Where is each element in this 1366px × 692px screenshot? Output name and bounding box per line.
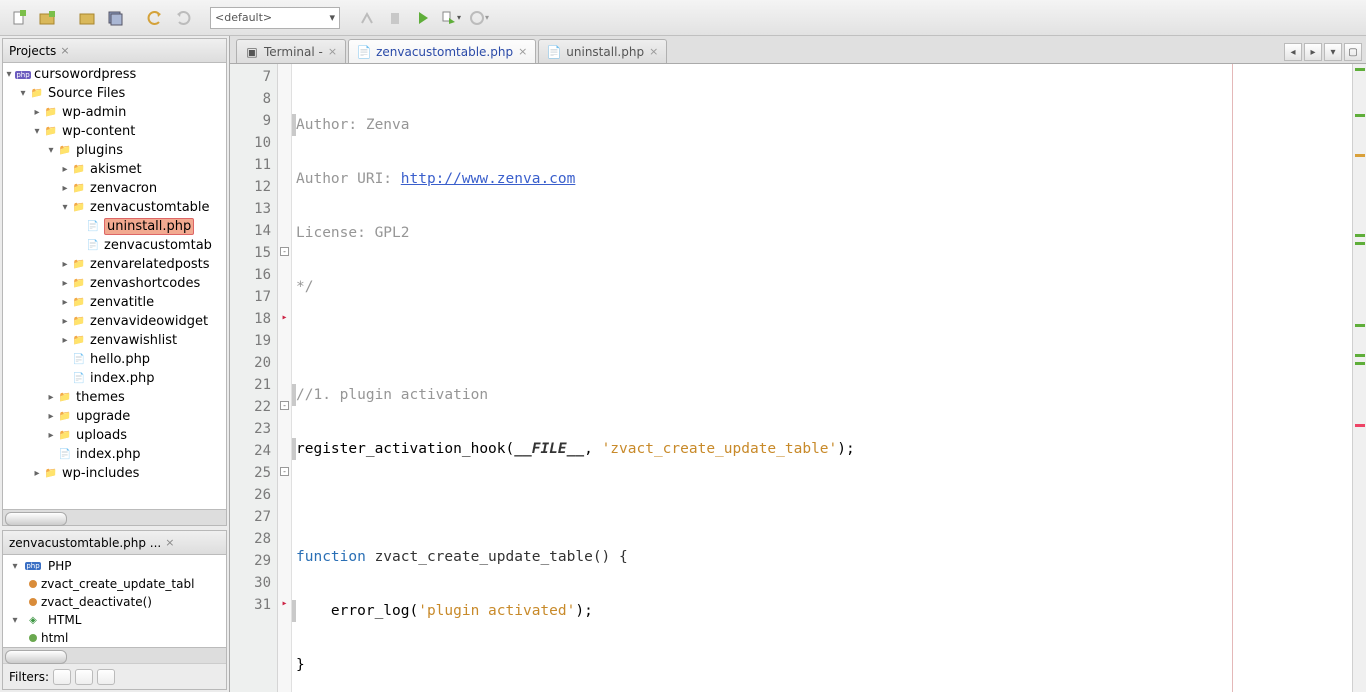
element-icon (29, 634, 37, 642)
fold-toggle-icon[interactable]: - (280, 401, 289, 410)
project-tree[interactable]: ▾phpcursowordpress ▾📁Source Files ▸📁wp-a… (3, 63, 226, 509)
new-file-icon[interactable] (6, 5, 32, 31)
tab-list-icon[interactable]: ▾ (1324, 43, 1342, 61)
chevron-down-icon: ▾ (329, 11, 335, 24)
error-arrow-icon: ▸ (281, 312, 287, 323)
tree-wp-admin[interactable]: ▸📁wp-admin (3, 103, 226, 122)
nav-fn2[interactable]: zvact_deactivate() (3, 593, 226, 611)
tab-terminal[interactable]: ▣ Terminal - × (236, 39, 346, 63)
filter-chip-1[interactable] (53, 669, 71, 685)
author-uri-link[interactable]: http://www.zenva.com (401, 171, 576, 187)
fold-toggle-icon[interactable]: - (280, 247, 289, 256)
tab-active-file[interactable]: 📄 zenvacustomtable.php × (348, 39, 536, 63)
navigator-panel: zenvacustomtable.php ... × ▾phpPHP zvact… (2, 530, 227, 690)
tree-index-php[interactable]: 📄index.php (3, 369, 226, 388)
navigator-tab-label: zenvacustomtable.php ... (9, 536, 161, 550)
profile-icon[interactable]: ▾ (466, 5, 492, 31)
method-icon (29, 598, 37, 606)
fold-column[interactable]: - ▸ - - ▸ (278, 64, 292, 692)
tree-uninstall-php[interactable]: 📄uninstall.php (3, 217, 226, 236)
tab-uninstall[interactable]: 📄 uninstall.php × (538, 39, 667, 63)
filters-label: Filters: (9, 670, 49, 684)
tree-hscroll[interactable] (3, 509, 226, 525)
tree-wp-content[interactable]: ▾📁wp-content (3, 122, 226, 141)
tree-zenvarelatedposts[interactable]: ▸📁zenvarelatedposts (3, 255, 226, 274)
tree-hello-php[interactable]: 📄hello.php (3, 350, 226, 369)
line-gutter[interactable]: 7891011121314151617181920212223242526272… (230, 64, 278, 692)
tabs-nav-controls: ◂ ▸ ▾ ▢ (1284, 43, 1366, 63)
filter-chip-2[interactable] (75, 669, 93, 685)
config-combo[interactable]: <default> ▾ (210, 7, 340, 29)
close-icon[interactable]: × (328, 45, 337, 58)
tree-uploads[interactable]: ▸📁uploads (3, 426, 226, 445)
nav-html[interactable]: ▾◈HTML (3, 611, 226, 629)
tree-zenvacustomtab-file[interactable]: 📄zenvacustomtab (3, 236, 226, 255)
error-strip[interactable] (1352, 64, 1366, 692)
filter-chip-3[interactable] (97, 669, 115, 685)
editor-tabs: ▣ Terminal - × 📄 zenvacustomtable.php × … (230, 36, 1366, 64)
tree-akismet[interactable]: ▸📁akismet (3, 160, 226, 179)
build-icon[interactable] (354, 5, 380, 31)
margin-ruler (1232, 64, 1233, 692)
close-icon[interactable]: × (649, 45, 658, 58)
tree-zenvacron[interactable]: ▸📁zenvacron (3, 179, 226, 198)
tree-zenvatitle[interactable]: ▸📁zenvatitle (3, 293, 226, 312)
tree-themes[interactable]: ▸📁themes (3, 388, 226, 407)
tree-source-files[interactable]: ▾📁Source Files (3, 84, 226, 103)
php-file-icon: 📄 (357, 45, 371, 59)
tree-plugins[interactable]: ▾📁plugins (3, 141, 226, 160)
close-icon[interactable]: × (165, 536, 174, 549)
tree-upgrade[interactable]: ▸📁upgrade (3, 407, 226, 426)
debug-icon[interactable]: ▾ (438, 5, 464, 31)
nav-php[interactable]: ▾phpPHP (3, 557, 226, 575)
php-file-icon: 📄 (547, 45, 561, 59)
navigator-list[interactable]: ▾phpPHP zvact_create_update_tabl zvact_d… (3, 555, 226, 647)
tree-zenvavideowidget[interactable]: ▸📁zenvavideowidget (3, 312, 226, 331)
new-project-icon[interactable] (34, 5, 60, 31)
tree-root[interactable]: ▾phpcursowordpress (3, 65, 226, 84)
code-area[interactable]: Author: Zenva Author URI: http://www.zen… (292, 64, 1352, 692)
tab-maximize-icon[interactable]: ▢ (1344, 43, 1362, 61)
navigator-tab-header[interactable]: zenvacustomtable.php ... × (3, 531, 226, 555)
projects-tab-label: Projects (9, 44, 56, 58)
tree-zenvawishlist[interactable]: ▸📁zenvawishlist (3, 331, 226, 350)
tree-wp-includes[interactable]: ▸📁wp-includes (3, 464, 226, 483)
nav-hscroll[interactable] (3, 647, 226, 663)
method-icon (29, 580, 37, 588)
filters-bar: Filters: (3, 663, 226, 689)
main-area: Projects × ▾phpcursowordpress ▾📁Source F… (0, 36, 1366, 692)
nav-fn1[interactable]: zvact_create_update_tabl (3, 575, 226, 593)
fold-toggle-icon[interactable]: - (280, 467, 289, 476)
close-icon[interactable]: × (518, 45, 527, 58)
main-toolbar: <default> ▾ ▾ ▾ (0, 0, 1366, 36)
tree-index-php2[interactable]: 📄index.php (3, 445, 226, 464)
redo-icon[interactable] (170, 5, 196, 31)
clean-icon[interactable] (382, 5, 408, 31)
undo-icon[interactable] (142, 5, 168, 31)
tree-zenvacustomtable[interactable]: ▾📁zenvacustomtable (3, 198, 226, 217)
tab-prev-icon[interactable]: ◂ (1284, 43, 1302, 61)
nav-html-item[interactable]: html (3, 629, 226, 647)
left-panels: Projects × ▾phpcursowordpress ▾📁Source F… (0, 36, 230, 692)
projects-tab-header[interactable]: Projects × (3, 39, 226, 63)
terminal-icon: ▣ (245, 45, 259, 59)
tree-zenvashortcodes[interactable]: ▸📁zenvashortcodes (3, 274, 226, 293)
projects-panel: Projects × ▾phpcursowordpress ▾📁Source F… (2, 38, 227, 526)
editor-side: ▣ Terminal - × 📄 zenvacustomtable.php × … (230, 36, 1366, 692)
config-combo-value: <default> (215, 11, 272, 24)
open-icon[interactable] (74, 5, 100, 31)
close-icon[interactable]: × (60, 44, 69, 57)
error-arrow-icon: ▸ (281, 598, 287, 609)
run-icon[interactable] (410, 5, 436, 31)
tab-next-icon[interactable]: ▸ (1304, 43, 1322, 61)
editor-wrap: 7891011121314151617181920212223242526272… (230, 64, 1366, 692)
save-all-icon[interactable] (102, 5, 128, 31)
